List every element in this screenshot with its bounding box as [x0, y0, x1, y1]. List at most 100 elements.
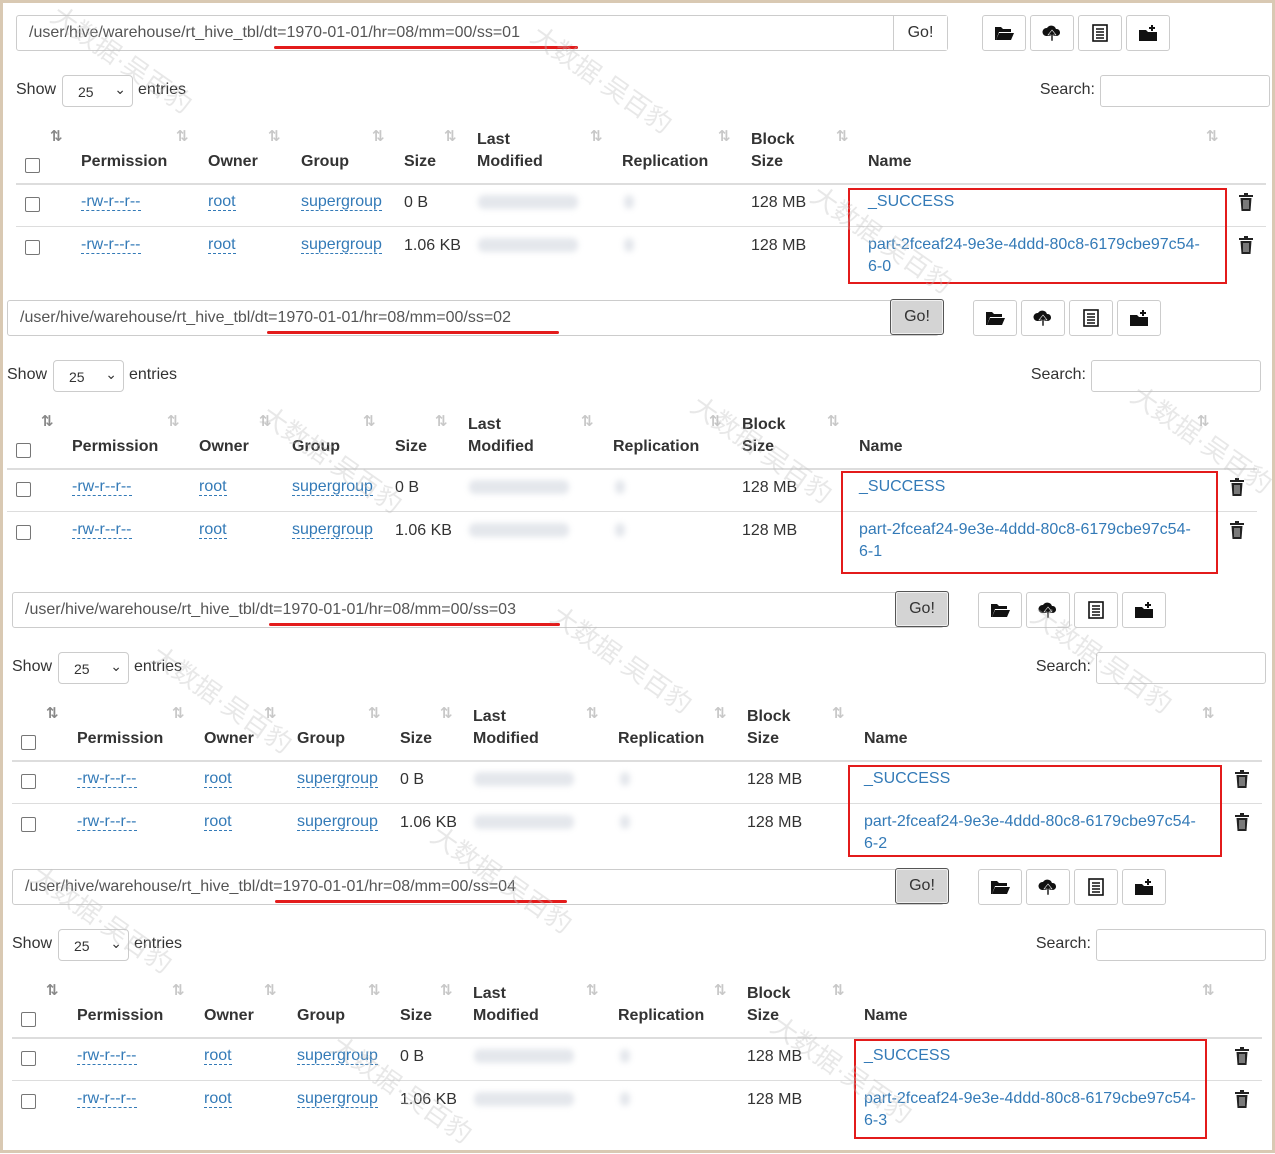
upload-button[interactable]	[1030, 15, 1074, 51]
upload-button[interactable]	[1026, 592, 1070, 628]
trash-icon[interactable]	[1238, 193, 1254, 211]
trash-icon[interactable]	[1234, 1047, 1250, 1065]
sort-icon[interactable]: ⇅	[50, 127, 62, 145]
open-folder-button[interactable]	[978, 869, 1022, 905]
upload-button[interactable]	[1021, 300, 1065, 336]
trash-icon[interactable]	[1229, 478, 1245, 496]
col-last-modified-line2[interactable]: Modified	[477, 151, 543, 173]
page-size-select[interactable]: 25 ⌄	[62, 75, 133, 107]
go-button[interactable]: Go!	[890, 299, 944, 335]
create-folder-button[interactable]	[1122, 869, 1166, 905]
search-input[interactable]	[1100, 75, 1270, 107]
col-last-modified-line1[interactable]: Last	[473, 983, 506, 1005]
sort-icon[interactable]: ⇅	[836, 127, 848, 145]
col-block-size-line2[interactable]: Size	[747, 1005, 779, 1027]
col-size[interactable]: Size	[400, 1005, 432, 1027]
sort-icon[interactable]: ⇅	[444, 127, 456, 145]
col-group[interactable]: Group	[297, 1005, 345, 1027]
page-size-select[interactable]: 25 ⌄	[58, 929, 129, 961]
path-input[interactable]	[17, 16, 895, 50]
col-block-size-line1[interactable]: Block	[742, 414, 786, 436]
permission-cell[interactable]: -rw-r--r--	[72, 522, 132, 539]
col-last-modified-line1[interactable]: Last	[468, 414, 501, 436]
sort-icon[interactable]: ⇅	[586, 981, 598, 999]
col-owner[interactable]: Owner	[204, 728, 254, 750]
col-replication[interactable]: Replication	[613, 436, 699, 458]
owner-cell[interactable]: root	[208, 237, 236, 254]
sort-icon[interactable]: ⇅	[590, 127, 602, 145]
select-all-checkbox[interactable]	[16, 443, 31, 458]
col-block-size-line1[interactable]: Block	[747, 706, 791, 728]
sort-icon[interactable]: ⇅	[368, 981, 380, 999]
col-owner[interactable]: Owner	[208, 151, 258, 173]
row-checkbox[interactable]	[21, 1094, 36, 1109]
go-button[interactable]: Go!	[895, 591, 949, 627]
list-view-button[interactable]	[1069, 300, 1113, 336]
path-input[interactable]	[13, 593, 891, 627]
permission-cell[interactable]: -rw-r--r--	[77, 771, 137, 788]
row-checkbox[interactable]	[21, 817, 36, 832]
page-size-select[interactable]: 25 ⌄	[58, 652, 129, 684]
open-folder-button[interactable]	[973, 300, 1017, 336]
sort-icon[interactable]: ⇅	[46, 704, 58, 722]
owner-cell[interactable]: root	[204, 1048, 232, 1065]
trash-icon[interactable]	[1234, 813, 1250, 831]
go-button[interactable]: Go!	[895, 868, 949, 904]
owner-cell[interactable]: root	[204, 814, 232, 831]
col-group[interactable]: Group	[301, 151, 349, 173]
list-view-button[interactable]	[1078, 15, 1122, 51]
sort-icon[interactable]: ⇅	[709, 412, 721, 430]
col-permission[interactable]: Permission	[72, 436, 158, 458]
col-size[interactable]: Size	[395, 436, 427, 458]
col-block-size-line2[interactable]: Size	[742, 436, 774, 458]
trash-icon[interactable]	[1238, 236, 1254, 254]
sort-icon[interactable]: ⇅	[46, 981, 58, 999]
col-group[interactable]: Group	[292, 436, 340, 458]
col-block-size-line1[interactable]: Block	[747, 983, 791, 1005]
col-last-modified-line2[interactable]: Modified	[473, 728, 539, 750]
row-checkbox[interactable]	[25, 240, 40, 255]
col-block-size-line2[interactable]: Size	[751, 151, 783, 173]
sort-icon[interactable]: ⇅	[172, 704, 184, 722]
sort-icon[interactable]: ⇅	[167, 412, 179, 430]
col-name[interactable]: Name	[859, 436, 903, 458]
sort-icon[interactable]: ⇅	[363, 412, 375, 430]
group-cell[interactable]: supergroup	[297, 814, 378, 831]
sort-icon[interactable]: ⇅	[268, 127, 280, 145]
sort-icon[interactable]: ⇅	[172, 981, 184, 999]
search-input[interactable]	[1096, 652, 1266, 684]
select-all-checkbox[interactable]	[21, 1012, 36, 1027]
create-folder-button[interactable]	[1117, 300, 1161, 336]
owner-cell[interactable]: root	[204, 771, 232, 788]
col-size[interactable]: Size	[404, 151, 436, 173]
col-owner[interactable]: Owner	[204, 1005, 254, 1027]
sort-icon[interactable]: ⇅	[714, 704, 726, 722]
owner-cell[interactable]: root	[199, 522, 227, 539]
col-name[interactable]: Name	[868, 151, 912, 173]
col-permission[interactable]: Permission	[77, 1005, 163, 1027]
group-cell[interactable]: supergroup	[292, 522, 373, 539]
row-checkbox[interactable]	[16, 482, 31, 497]
sort-icon[interactable]: ⇅	[41, 412, 53, 430]
trash-icon[interactable]	[1234, 1090, 1250, 1108]
sort-icon[interactable]: ⇅	[1202, 981, 1214, 999]
sort-icon[interactable]: ⇅	[259, 412, 271, 430]
group-cell[interactable]: supergroup	[301, 237, 382, 254]
sort-icon[interactable]: ⇅	[440, 704, 452, 722]
trash-icon[interactable]	[1229, 521, 1245, 539]
trash-icon[interactable]	[1234, 770, 1250, 788]
create-folder-button[interactable]	[1126, 15, 1170, 51]
permission-cell[interactable]: -rw-r--r--	[77, 1091, 137, 1108]
open-folder-button[interactable]	[978, 592, 1022, 628]
permission-cell[interactable]: -rw-r--r--	[81, 194, 141, 211]
col-last-modified-line1[interactable]: Last	[477, 129, 510, 151]
col-block-size-line2[interactable]: Size	[747, 728, 779, 750]
col-permission[interactable]: Permission	[81, 151, 167, 173]
search-input[interactable]	[1091, 360, 1261, 392]
col-name[interactable]: Name	[864, 728, 908, 750]
col-group[interactable]: Group	[297, 728, 345, 750]
sort-icon[interactable]: ⇅	[264, 704, 276, 722]
path-input[interactable]	[13, 870, 891, 904]
row-checkbox[interactable]	[16, 525, 31, 540]
sort-icon[interactable]: ⇅	[440, 981, 452, 999]
